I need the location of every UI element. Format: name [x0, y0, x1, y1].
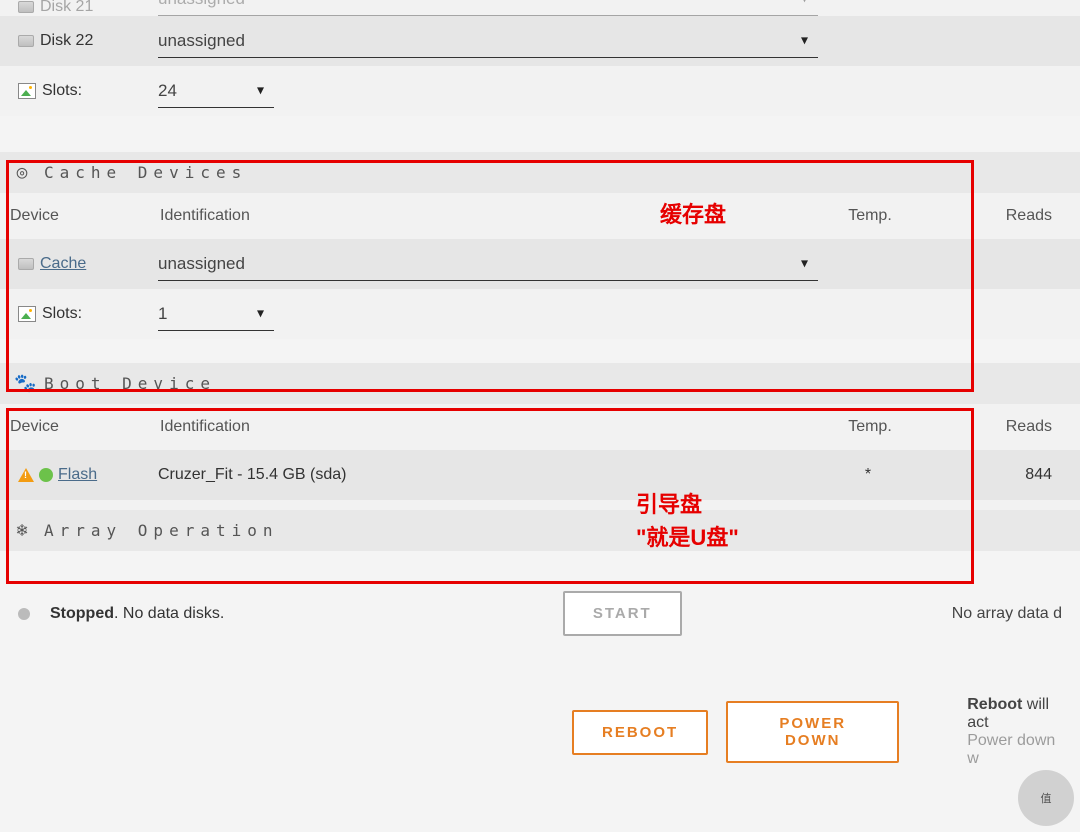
image-icon	[18, 83, 36, 99]
flash-temp: *	[818, 466, 918, 484]
disk22-select[interactable]: unassigned	[158, 24, 818, 58]
disk21-select[interactable]: unassigned	[158, 0, 818, 16]
annotation-boot: 引导盘"就是U盘"	[636, 488, 739, 554]
reboot-hint: Reboot will act	[967, 696, 1062, 732]
header-device: Device	[10, 418, 160, 436]
cache-slots-row: Slots: 1	[0, 289, 1080, 339]
status-text: Stopped. No data disks.	[50, 605, 224, 623]
no-array-text: No array data d	[952, 605, 1062, 623]
reboot-button[interactable]: REBOOT	[572, 710, 708, 755]
warning-icon	[18, 468, 34, 482]
array-slots-select[interactable]: 24	[158, 74, 274, 108]
status-dot-green	[39, 468, 53, 482]
flash-reads: 844	[918, 466, 1070, 484]
cache-slots-select[interactable]: 1	[158, 297, 274, 331]
header-temp: Temp.	[820, 207, 920, 225]
flash-ident: Cruzer_Fit - 15.4 GB (sda)	[158, 466, 818, 484]
target-icon: ◎	[14, 162, 36, 183]
header-device: Device	[10, 207, 160, 225]
disk22-label: Disk 22	[40, 32, 93, 50]
image-icon	[18, 306, 36, 322]
disk-icon	[18, 35, 34, 47]
powerdown-button[interactable]: POWER DOWN	[726, 701, 899, 763]
cache-title: Cache Devices	[44, 163, 247, 182]
arrayop-title: Array Operation	[44, 521, 279, 540]
arrayop-buttons-row: REBOOT POWER DOWN Reboot will act Power …	[0, 686, 1080, 788]
header-reads: Reads	[920, 418, 1070, 436]
disk21-row: Disk 21 unassigned	[0, 0, 1080, 16]
disk22-row: Disk 22 unassigned	[0, 16, 1080, 66]
cache-select[interactable]: unassigned	[158, 247, 818, 281]
annotation-cache: 缓存盘	[660, 198, 726, 231]
header-reads: Reads	[920, 207, 1070, 225]
disk-icon	[18, 258, 34, 270]
status-dot-grey	[18, 608, 30, 620]
watermark: 值	[1018, 770, 1074, 826]
flash-link[interactable]: Flash	[58, 466, 97, 484]
cache-slots-label: Slots:	[42, 305, 82, 323]
arrayop-status-row: Stopped. No data disks. START No array d…	[0, 571, 1080, 656]
start-button[interactable]: START	[563, 591, 682, 636]
array-slots-row: Slots: 24	[0, 66, 1080, 116]
array-slots-label: Slots:	[42, 82, 82, 100]
flash-row: Flash Cruzer_Fit - 15.4 GB (sda) * 844	[0, 450, 1080, 500]
arrayop-section-header: ❄ Array Operation	[0, 510, 1080, 551]
powerdown-hint: Power down w	[967, 732, 1062, 768]
disk21-label: Disk 21	[40, 0, 93, 16]
boot-title: Boot Device	[44, 374, 216, 393]
boot-table-header: Device Identification Temp. Reads	[0, 404, 1080, 450]
paw-icon: 🐾	[14, 373, 36, 394]
cache-link[interactable]: Cache	[40, 255, 86, 273]
header-ident: Identification	[160, 418, 820, 436]
cache-table-header: Device Identification Temp. Reads	[0, 193, 1080, 239]
disk-icon	[18, 1, 34, 13]
boot-section-header: 🐾 Boot Device	[0, 363, 1080, 404]
cache-section-header: ◎ Cache Devices	[0, 152, 1080, 193]
snowflake-icon: ❄	[14, 520, 36, 541]
header-temp: Temp.	[820, 418, 920, 436]
cache-row: Cache unassigned	[0, 239, 1080, 289]
